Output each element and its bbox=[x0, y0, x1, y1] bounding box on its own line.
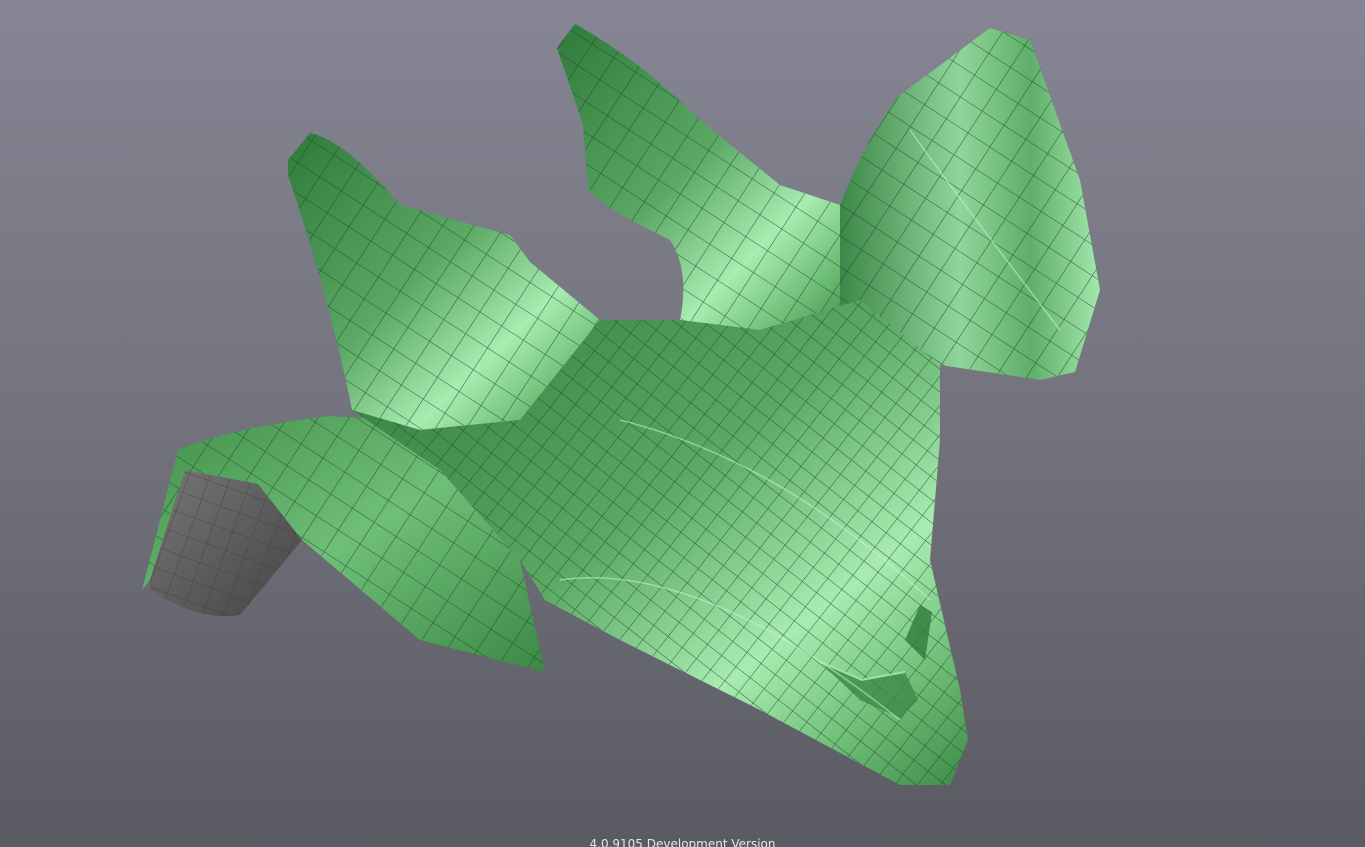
viewport-canvas[interactable] bbox=[0, 0, 1365, 847]
version-label: 4.0.9105 Development Version bbox=[589, 837, 776, 847]
center-fin bbox=[557, 24, 860, 330]
3d-viewport[interactable]: 4.0.9105 Development Version bbox=[0, 0, 1365, 847]
